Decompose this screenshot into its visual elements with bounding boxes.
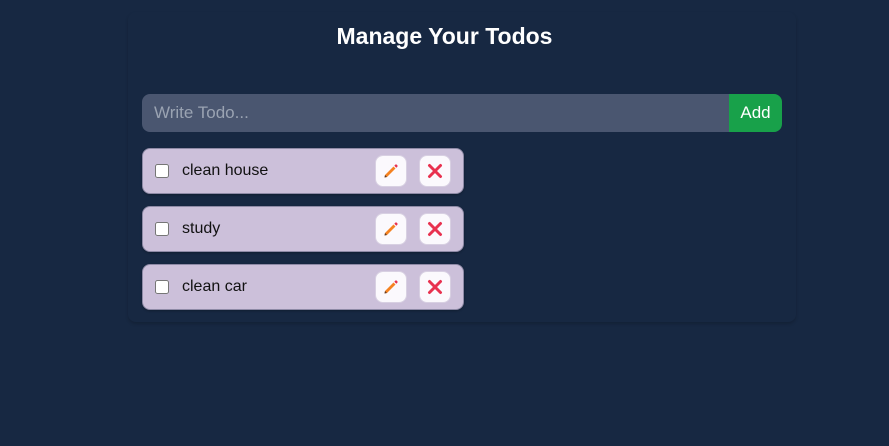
todo-text: study (182, 220, 221, 237)
edit-button[interactable] (375, 155, 407, 187)
edit-button[interactable] (375, 271, 407, 303)
todo-list: clean house study clean car (142, 148, 464, 322)
pencil-icon (382, 278, 400, 296)
todo-item: clean car (142, 264, 464, 310)
close-icon (427, 279, 443, 295)
todo-checkbox[interactable] (155, 222, 169, 236)
edit-button[interactable] (375, 213, 407, 245)
pencil-icon (382, 162, 400, 180)
close-icon (427, 221, 443, 237)
close-icon (427, 163, 443, 179)
todo-text: clean car (182, 278, 247, 295)
todo-item: study (142, 206, 464, 252)
add-button[interactable]: Add (729, 94, 782, 132)
delete-button[interactable] (419, 155, 451, 187)
delete-button[interactable] (419, 213, 451, 245)
todo-text: clean house (182, 162, 269, 179)
todo-checkbox[interactable] (155, 280, 169, 294)
todo-input[interactable] (142, 94, 729, 132)
delete-button[interactable] (419, 271, 451, 303)
todo-item: clean house (142, 148, 464, 194)
todo-checkbox[interactable] (155, 164, 169, 178)
page-title: Manage Your Todos (336, 23, 553, 49)
todo-form: Add (142, 94, 782, 132)
pencil-icon (382, 220, 400, 238)
